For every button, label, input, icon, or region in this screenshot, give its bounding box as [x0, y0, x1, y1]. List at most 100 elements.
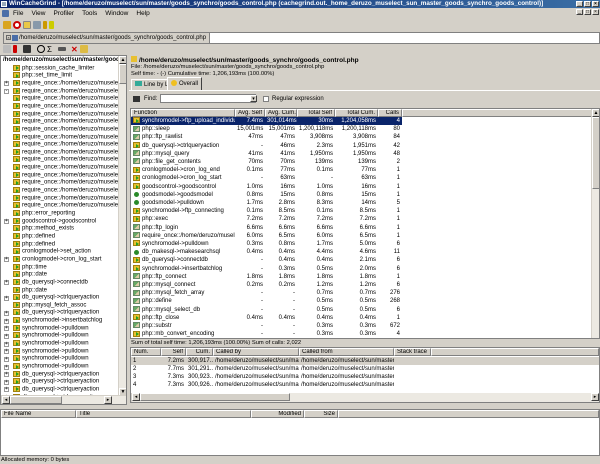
call-row[interactable]: 2 7.7ms 301,291.../home/deruzo/muselect/su… — [131, 365, 599, 373]
column-stack-trace[interactable]: Stack trace — [394, 348, 431, 356]
tree-item[interactable]: php::session_cache_limiter — [13, 64, 94, 73]
table-row[interactable]: php::ftp_login 6.6ms 6.6ms 6.6ms 6.6ms 1 — [131, 224, 402, 232]
column-num[interactable]: Num. — [131, 348, 161, 356]
column-self[interactable]: Self — [161, 348, 186, 356]
scroll-thumb[interactable] — [592, 117, 599, 189]
column-called-by[interactable]: Called by — [213, 348, 299, 356]
table-row[interactable]: php::file_get_contents 70ms 70ms 139ms 139ms… — [131, 158, 402, 166]
expand-icon[interactable]: + — [4, 372, 9, 378]
tree-item[interactable]: goodscontrol->goodscontrol — [13, 217, 96, 226]
expand-icon[interactable]: + — [4, 295, 9, 301]
column-avg-self[interactable]: Avg. Self — [235, 109, 265, 117]
expand-icon[interactable]: + — [4, 349, 9, 355]
column-cum[interactable]: Cum. — [186, 348, 213, 356]
tree-item[interactable]: require_once::/home/deruzo/muselect/su — [13, 125, 126, 134]
expand-icon[interactable]: + — [4, 364, 9, 370]
back-icon[interactable] — [3, 45, 11, 53]
tree-item[interactable]: require_once::/home/deruzo/muselect/su — [13, 133, 126, 142]
call-row[interactable]: 1 7.2ms 300,917.../home/deruzo/muselect/su… — [131, 357, 599, 365]
column-calls[interactable]: Calls — [378, 109, 402, 117]
scroll-thumb[interactable] — [10, 396, 62, 404]
column-function[interactable]: Function — [131, 109, 235, 117]
sum-icon[interactable]: Σ — [47, 45, 52, 54]
menu-view[interactable]: View — [27, 10, 49, 17]
tree-item[interactable]: php::date — [13, 271, 47, 279]
tree-item[interactable]: require_once::/home/deruzo/muselect/su — [13, 164, 126, 172]
table-row[interactable]: php::define - - 0.5ms 0.5ms 268 — [131, 297, 402, 305]
table-row[interactable]: db_querysql->ctrlqueryaction - 46ms 2.3ms 1,… — [131, 142, 402, 150]
expand-icon[interactable]: + — [4, 356, 9, 362]
calls-horizontal-scrollbar[interactable]: ◂ ▸ — [131, 393, 599, 402]
tree-item[interactable]: php::mysql_fetch_assoc — [13, 301, 86, 310]
find-input[interactable] — [160, 94, 256, 103]
expand-icon[interactable]: + — [4, 81, 9, 87]
table-row[interactable]: db_querysql->connectdb - 0.4ms 0.4ms 2.1ms 6 — [131, 256, 402, 264]
tree-item[interactable]: cronlogmodel->cron_log_start — [13, 255, 102, 264]
tree-item[interactable]: php::defined — [13, 240, 55, 249]
scroll-thumb[interactable] — [140, 393, 290, 401]
folder-icon[interactable] — [23, 20, 31, 29]
tree-item[interactable]: php::error_reporting — [13, 210, 75, 218]
tree-item[interactable]: require_once::/home/deruzo/muselect/su — [13, 141, 126, 149]
scroll-up-button[interactable]: ▲ — [592, 109, 599, 117]
tree-item[interactable]: db_querysql->ctrlqueryaction — [13, 385, 99, 394]
tree-item[interactable]: require_once::/home/deruzo/muselect/su — [13, 118, 126, 126]
scroll-right-button[interactable]: ▸ — [591, 393, 599, 401]
tree-item[interactable]: synchromodel->pulldown — [13, 332, 89, 340]
table-row[interactable]: goodscontrol->goodscontrol 1.0ms 16ms 1.0ms… — [131, 183, 402, 191]
doc-restore-button[interactable]: □ — [584, 9, 591, 15]
menu-help[interactable]: Help — [132, 10, 153, 17]
tree-item[interactable]: require_once::/home/deruzo/muselect/su — [13, 187, 126, 195]
table-row[interactable]: goodsmodel->goodsmodel 0.8ms 15ms 0.8ms 15ms… — [131, 191, 402, 199]
scroll-right-button[interactable]: ▸ — [104, 396, 112, 404]
column-size[interactable]: Size — [304, 410, 338, 418]
tree-item[interactable]: require_once::/home/deruzo/muselect/su — [13, 110, 126, 119]
scroll-up-button[interactable]: ▲ — [119, 56, 126, 64]
tree-item[interactable]: require_once::/home/deruzo/muselect/su — [13, 79, 126, 88]
up-icon[interactable] — [13, 45, 17, 53]
tree-item[interactable]: php::date — [13, 286, 47, 295]
expand-icon[interactable]: + — [4, 341, 9, 347]
tree-item[interactable]: db_querysql->ctrlqueryaction — [13, 378, 99, 386]
menu-tools[interactable]: Tools — [78, 10, 101, 17]
table-row[interactable]: php::ftp_close 0.4ms 0.4ms 0.4ms 0.4ms 1 — [131, 314, 402, 322]
document-tab[interactable]: × /home/deruzo/muselect/sun/master/goods… — [4, 33, 211, 43]
tree-item[interactable]: require_once::/home/deruzo/muselect/su — [13, 102, 126, 111]
tree-item[interactable]: require_once::/home/deruzo/muselect/su — [13, 95, 126, 103]
expand-icon[interactable]: + — [4, 257, 9, 263]
table-row[interactable]: cronlogmodel->cron_log_start - 63ms - 63ms 1 — [131, 174, 402, 182]
call-row[interactable]: 4 7.3ms 300,926.../home/deruzo/muselect/su… — [131, 381, 599, 389]
tree-item[interactable]: synchromodel->insertbatchlog — [13, 317, 102, 325]
table-row[interactable]: db_makesql->makesearchsql 0.4ms 0.4ms 4.4ms… — [131, 248, 402, 256]
tree-item[interactable]: require_once::/home/deruzo/muselect/su — [13, 148, 126, 157]
table-row[interactable]: php::mb_convert_encoding - - 0.3ms 0.3ms 4 — [131, 330, 402, 338]
column-modified[interactable]: Modified — [251, 410, 304, 418]
tree-item[interactable]: synchromodel->pulldown — [13, 355, 89, 363]
key-icon[interactable] — [49, 20, 54, 29]
column-total-cum[interactable]: Total Cum. — [335, 109, 378, 117]
table-row[interactable]: php::mysql_connect 0.2ms 0.2ms 1.2ms 1.2ms 6 — [131, 281, 402, 289]
minimize-button[interactable]: _ — [576, 1, 583, 7]
doc-close-button[interactable]: × — [592, 9, 599, 15]
tree-item[interactable]: require_once::/home/deruzo/muselect/su — [13, 87, 126, 96]
stop-icon[interactable] — [13, 20, 21, 29]
tree-item[interactable]: synchromodel->pulldown — [13, 340, 89, 348]
find-icon[interactable] — [23, 45, 31, 53]
tree-vertical-scrollbar[interactable]: ▲ ▼ — [118, 56, 126, 396]
expand-icon[interactable]: + — [4, 387, 9, 393]
table-row[interactable]: synchromodel->insertbatchlog - 0.3ms 0.5ms 2… — [131, 265, 402, 273]
scroll-thumb[interactable] — [119, 64, 126, 84]
tree-item[interactable]: require_once::/home/deruzo/muselect/su — [13, 171, 126, 180]
menu-window[interactable]: Window — [101, 10, 132, 17]
table-row[interactable]: php::exec 7.2ms 7.2ms 7.2ms 7.2ms 1 — [131, 215, 402, 223]
table-row[interactable]: goodsmodel->pulldown 1.7ms 2.8ms 8.3ms 14ms 5 — [131, 199, 402, 207]
table-row[interactable]: php::mysql_select_db - - 0.5ms 0.5ms 6 — [131, 306, 402, 314]
menu-profiler[interactable]: Profiler — [49, 10, 78, 17]
tree-item[interactable]: cronlogmodel->set_action — [13, 248, 91, 256]
tree-item[interactable]: require_once::/home/deruzo/muselect/su — [13, 194, 126, 203]
tree-item[interactable]: require_once::/home/deruzo/muselect/su — [13, 156, 126, 164]
scroll-left-button[interactable]: ◂ — [2, 396, 10, 404]
menu-file[interactable]: File — [9, 10, 27, 17]
expand-icon[interactable]: + — [4, 333, 9, 339]
column-total-self[interactable]: Total Self — [297, 109, 335, 117]
